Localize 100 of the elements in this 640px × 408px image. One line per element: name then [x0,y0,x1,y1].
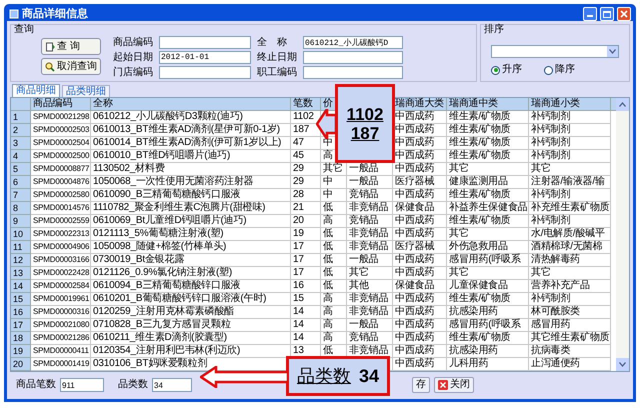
tab[interactable]: 品类明细 [62,85,110,97]
document-icon [45,42,55,52]
radio-button[interactable] [544,66,553,74]
table-cell: 其它 [447,267,529,280]
table-cell: 0610013_BT维生素AD滴剂(星伊可新0-1岁) [91,124,291,137]
input-field[interactable] [159,66,251,79]
table-cell: 维生素/矿物质 [447,111,529,124]
table-cell: 0121126_0.9%氯化钠注射液(塑) [91,267,291,280]
tab[interactable]: 商品明细 [12,84,60,97]
query-button[interactable]: 取消查询 [41,58,101,75]
callout-text: 1102 [346,106,384,122]
group-label: 排序 [484,25,504,35]
callout-text: 187 [350,124,380,142]
table-cell: 竞销品 [347,332,393,345]
table-cell: 儿童保健食品 [447,280,529,293]
field-label: 商品笔数 [16,380,56,390]
field-label: 商品编码 [113,38,153,48]
maximize-button[interactable] [600,7,614,21]
table-cell: 竞销品 [347,215,393,228]
save-button[interactable]: 存 [412,377,430,393]
window-title: 商品详细信息 [22,8,88,20]
table-cell: 补钙制剂 [529,150,611,163]
minimize-button[interactable] [583,7,597,21]
table-cell: 14 [291,332,321,345]
table-cell: 非竞销品 [347,241,393,254]
table-cell: 保健食品 [393,280,447,293]
close-icon [438,380,448,390]
table-cell: 保健食品 [393,202,447,215]
row-number: 11 [11,241,31,254]
row-number: 9 [11,215,31,228]
table-cell: 中西成药 [393,215,447,228]
table-cell: 中西成药 [393,228,447,241]
table-cell: SPMD00021298 [31,111,91,124]
table-cell: 中 [321,189,347,202]
table-cell: SPMD00002584 [31,280,91,293]
table-header-corner [11,98,31,111]
table-cell: 其它 [447,228,529,241]
table-header-background [611,98,616,111]
sort-dropdown[interactable] [491,45,619,58]
table-cell: 水/电解质/酸碱平 [529,228,611,241]
table-cell: 0610201_B葡萄糖酸钙锌口服溶液(午时) [91,293,291,306]
table-cell: 其他 [347,280,393,293]
table-cell: 抗病毒类 [529,345,611,358]
input-field[interactable] [159,36,251,49]
table-cell: 非竞销品 [347,293,393,306]
table-cell: 一般品 [347,176,393,189]
close-button[interactable] [617,7,631,21]
row-number: 17 [11,319,31,332]
table-cell: 清热解毒药 [529,254,611,267]
column-header: 笔数 [291,98,321,111]
row-number: 10 [11,228,31,241]
table-cell: SPMD00002504 [31,137,91,150]
table-cell: 1130502_材料费 [91,163,291,176]
input-field[interactable] [303,66,403,79]
row-number: 7 [11,189,31,202]
table-cell: SPMD00019961 [31,293,91,306]
table-cell: SPMD00021286 [31,332,91,345]
close-button[interactable]: 关闭 [434,377,474,393]
table-cell: SPMD00021080 [31,319,91,332]
table-cell: 中西成药 [393,345,447,358]
table-cell: 高 [321,215,347,228]
table-cell: 高 [321,332,347,345]
table-cell: 医疗器械 [393,241,447,254]
scroll-up-icon[interactable] [616,98,629,111]
table-cell: 17 [291,254,321,267]
input-field[interactable]: 911 [60,378,104,392]
table-cell: 45 [291,150,321,163]
radio-button[interactable] [491,66,500,74]
row-number: 12 [11,254,31,267]
input-field[interactable]: 2012-01-01 [159,51,251,64]
table-cell: SPMD00022313 [31,228,91,241]
row-number: 16 [11,306,31,319]
scroll-down-icon[interactable] [616,358,629,371]
row-number: 5 [11,163,31,176]
row-number: 1 [11,111,31,124]
table-cell: 低 [321,267,347,280]
table-cell: 止泻通便药 [529,358,611,371]
row-number: 8 [11,202,31,215]
row-number: 6 [11,176,31,189]
input-field[interactable]: 0610212_小儿碳酸钙D [303,36,403,49]
table-cell: SPMD00002500 [31,150,91,163]
field-label: 终止日期 [257,52,297,62]
table-cell: 补益养生保健食品 [447,202,529,215]
input-field[interactable]: 34 [152,378,192,392]
table-cell: 1110782_聚金利维生素C泡腾片(甜橙味) [91,202,291,215]
input-field[interactable] [303,51,403,64]
table-cell: 0121113_5%葡萄糖注射液(塑) [91,228,291,241]
table-cell: 高 [321,306,347,319]
table-cell: 47 [291,137,321,150]
table-cell: 一般品 [347,254,393,267]
table-cell: SPMD00022428 [31,267,91,280]
close-icon [620,10,628,18]
table-cell: 中西成药 [393,163,447,176]
table-cell: 17 [291,267,321,280]
table-cell: 其它 [447,163,529,176]
vertical-scrollbar[interactable] [616,98,629,371]
table-cell: 21 [291,202,321,215]
query-button[interactable]: 查 询 [41,38,101,55]
table-cell: SPMD00004906 [31,241,91,254]
table-cell: 补钙制剂 [529,124,611,137]
